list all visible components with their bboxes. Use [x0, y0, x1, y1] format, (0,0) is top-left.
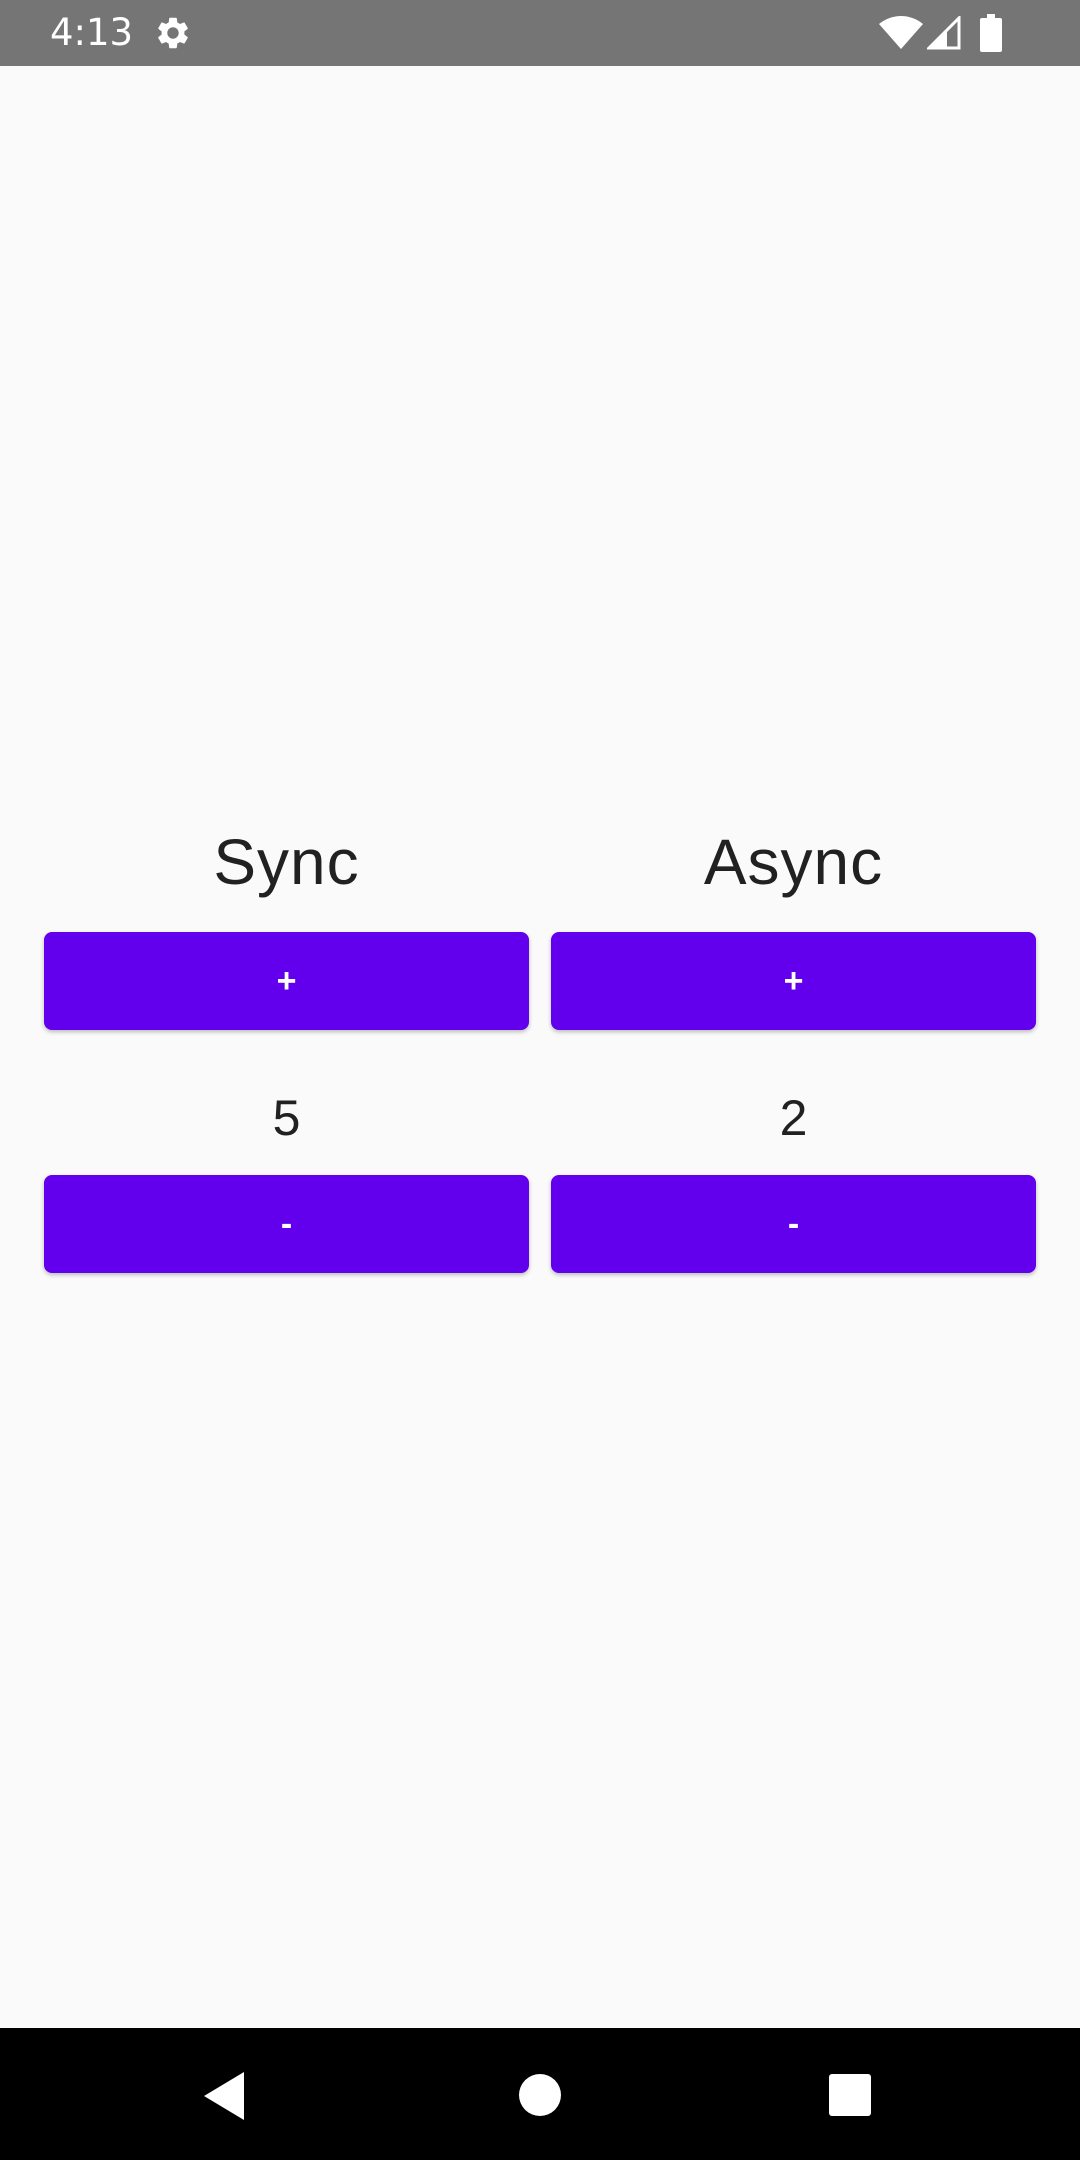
- sync-increment-button[interactable]: +: [44, 932, 529, 1030]
- signal-icon: [925, 14, 961, 50]
- navigation-bar: [0, 2028, 1080, 2160]
- sync-decrement-button[interactable]: -: [44, 1175, 529, 1273]
- async-increment-button[interactable]: +: [551, 932, 1036, 1030]
- status-bar: 4:13: [0, 0, 1080, 66]
- settings-icon: [154, 14, 192, 52]
- sync-title: Sync: [213, 826, 360, 898]
- back-icon[interactable]: [204, 2072, 248, 2120]
- recents-icon[interactable]: [829, 2074, 871, 2116]
- battery-icon: [980, 14, 1002, 52]
- wifi-icon: [879, 16, 923, 50]
- sync-counter-value: 5: [272, 1090, 301, 1146]
- async-title: Async: [703, 826, 884, 898]
- app-screen: 4:13 Sync + 5 - Async + 2 -: [0, 0, 1080, 2160]
- status-time: 4:13: [50, 11, 134, 54]
- async-decrement-button[interactable]: -: [551, 1175, 1036, 1273]
- async-counter-value: 2: [779, 1090, 808, 1146]
- home-icon[interactable]: [519, 2074, 561, 2116]
- main-content: Sync + 5 - Async + 2 -: [0, 66, 1080, 2028]
